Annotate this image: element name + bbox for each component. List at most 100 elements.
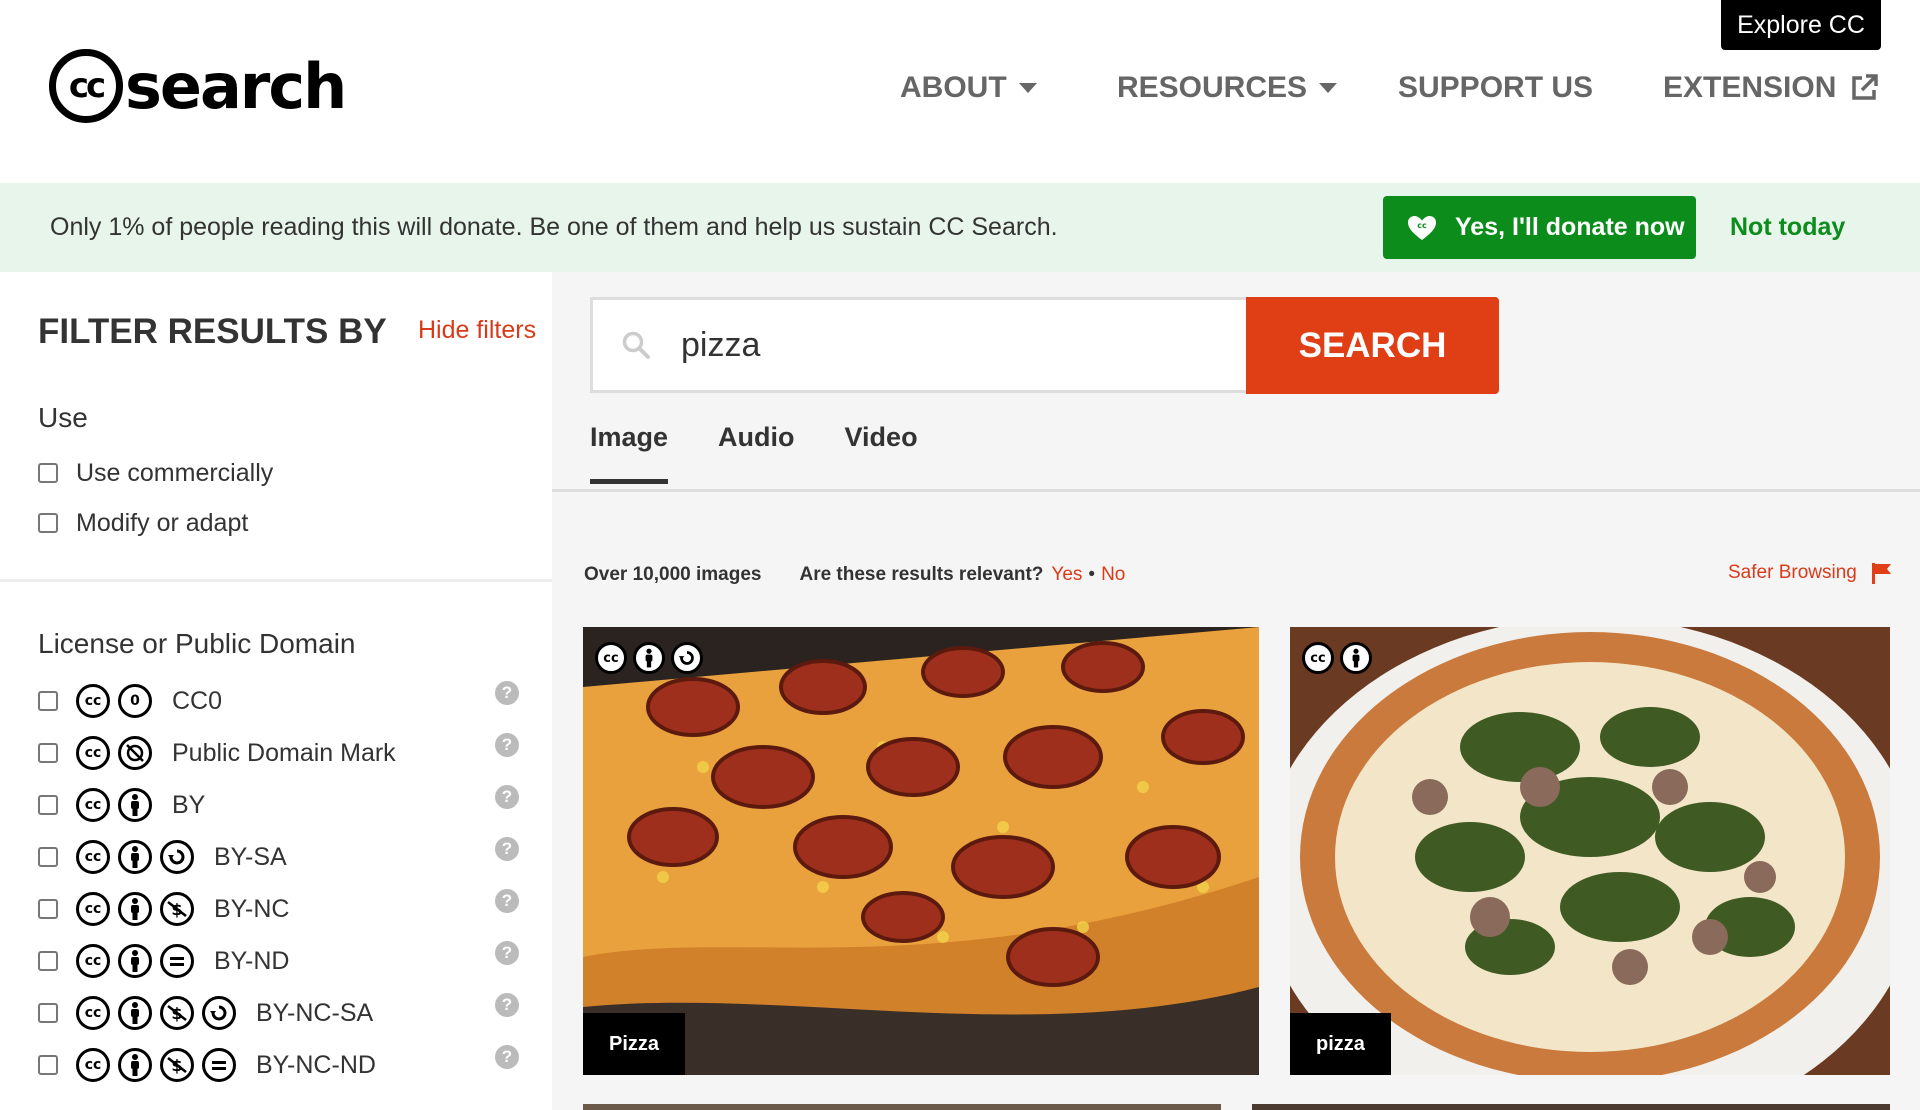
filter-license-by-sa[interactable]: cc BY-SA — [38, 837, 287, 877]
nav-extension[interactable]: EXTENSION — [1663, 71, 1880, 105]
logo-text: search — [125, 49, 347, 123]
safer-browsing-label: Safer Browsing — [1728, 562, 1857, 583]
checkbox[interactable] — [38, 795, 58, 815]
nav-support-us-label: SUPPORT US — [1398, 71, 1594, 104]
filter-label: BY-SA — [214, 842, 287, 871]
tab-audio[interactable]: Audio — [718, 422, 794, 484]
nav-support-us[interactable]: SUPPORT US — [1398, 71, 1593, 105]
filter-license-cc0[interactable]: cc 0 CC0 — [38, 681, 222, 721]
donate-now-button[interactable]: cc Yes, I'll donate now — [1383, 196, 1696, 259]
relevance-no-link[interactable]: No — [1101, 564, 1125, 586]
by-icon — [118, 1048, 152, 1082]
checkbox[interactable] — [38, 1003, 58, 1023]
relevance-yes-link[interactable]: Yes — [1051, 564, 1082, 586]
help-icon[interactable]: ? — [495, 1045, 519, 1069]
search-results-area: SEARCH Image Audio Video Over 10,000 ima… — [552, 272, 1920, 1110]
help-icon[interactable]: ? — [495, 941, 519, 965]
hide-filters-link[interactable]: Hide filters — [418, 316, 536, 345]
pizza-photo — [1290, 627, 1890, 1075]
nav-resources-label: RESOURCES — [1117, 71, 1308, 104]
sa-icon — [671, 642, 703, 674]
by-icon — [118, 892, 152, 926]
tab-video[interactable]: Video — [845, 422, 918, 484]
filter-label: Public Domain Mark — [172, 738, 396, 767]
cc-icon: cc — [76, 736, 110, 770]
checkbox[interactable] — [38, 743, 58, 763]
image-result-card[interactable]: cc pizza — [1290, 627, 1890, 1075]
nc-icon: $ — [160, 892, 194, 926]
nav-resources[interactable]: RESOURCES — [1117, 71, 1338, 105]
help-icon[interactable]: ? — [495, 681, 519, 705]
filter-license-by-nd[interactable]: cc BY-ND — [38, 941, 290, 981]
sa-icon — [160, 840, 194, 874]
result-count: Over 10,000 images — [584, 564, 762, 585]
help-icon[interactable]: ? — [495, 837, 519, 861]
checkbox[interactable] — [38, 847, 58, 867]
tab-image[interactable]: Image — [590, 422, 669, 484]
by-icon — [1340, 642, 1372, 674]
site-header: cc search Explore CC ABOUT RESOURCES SUP… — [0, 0, 1920, 183]
cc-icon: cc — [76, 996, 110, 1030]
image-caption: Pizza — [583, 1013, 686, 1075]
filter-modify-or-adapt[interactable]: Modify or adapt — [38, 503, 248, 543]
filter-license-by[interactable]: cc BY — [38, 785, 205, 825]
sidebar-divider — [0, 579, 552, 582]
cc-icon: cc — [1302, 642, 1334, 674]
help-icon[interactable]: ? — [495, 733, 519, 757]
cc-icon: cc — [76, 892, 110, 926]
pizza-photo — [583, 627, 1259, 1075]
results-meta: Over 10,000 images Are these results rel… — [584, 564, 1125, 586]
image-result-card[interactable]: cc Pizza — [583, 627, 1259, 1075]
separator-dot: • — [1088, 564, 1096, 585]
filter-label: BY-NC — [214, 894, 290, 923]
nav-extension-label: EXTENSION — [1663, 71, 1837, 104]
checkbox[interactable] — [38, 951, 58, 971]
nav-about[interactable]: ABOUT — [900, 71, 1037, 105]
media-tabs: Image Audio Video — [590, 422, 968, 484]
pd-icon — [118, 736, 152, 770]
checkbox[interactable] — [38, 463, 58, 483]
cc-icon: cc — [76, 788, 110, 822]
tabs-divider — [552, 489, 1920, 492]
zero-icon: 0 — [118, 684, 152, 718]
checkbox[interactable] — [38, 899, 58, 919]
cc-search-logo[interactable]: cc search — [49, 49, 347, 123]
nc-icon: $ — [160, 1048, 194, 1082]
filter-license-by-nc-nd[interactable]: cc $ BY-NC-ND — [38, 1045, 376, 1085]
filter-label: BY-NC-SA — [256, 998, 374, 1027]
cc-icon: cc — [76, 1048, 110, 1082]
search-field[interactable] — [590, 297, 1247, 393]
caret-down-icon — [1319, 83, 1338, 93]
checkbox[interactable] — [38, 513, 58, 533]
donate-now-label: Yes, I'll donate now — [1455, 213, 1685, 241]
explore-cc-button[interactable]: Explore CC — [1721, 0, 1881, 50]
next-row-image-edge — [583, 1104, 1221, 1110]
license-badges: cc — [595, 642, 709, 674]
help-icon[interactable]: ? — [495, 889, 519, 913]
cc-icon: cc — [76, 944, 110, 978]
next-row-image-edge — [1252, 1104, 1890, 1110]
license-badges: cc — [1302, 642, 1378, 674]
checkbox[interactable] — [38, 691, 58, 711]
filter-use-commercially[interactable]: Use commercially — [38, 453, 273, 493]
cc-heart-icon: cc — [1407, 215, 1437, 241]
flag-icon — [1871, 562, 1893, 584]
nd-icon — [160, 944, 194, 978]
search-button[interactable]: SEARCH — [1246, 297, 1499, 394]
filter-label: BY-ND — [214, 946, 290, 975]
filter-sidebar: FILTER RESULTS BY Hide filters Use Use c… — [0, 272, 552, 1110]
filter-license-by-nc[interactable]: cc $ BY-NC — [38, 889, 290, 929]
filter-label: BY — [172, 790, 206, 819]
nc-icon: $ — [160, 996, 194, 1030]
filter-label: BY-NC-ND — [256, 1050, 376, 1079]
checkbox[interactable] — [38, 1055, 58, 1075]
help-icon[interactable]: ? — [495, 785, 519, 809]
filter-license-by-nc-sa[interactable]: cc $ BY-NC-SA — [38, 993, 373, 1033]
help-icon[interactable]: ? — [495, 993, 519, 1017]
search-input[interactable] — [681, 325, 1201, 365]
by-icon — [118, 840, 152, 874]
cc-icon: cc — [76, 684, 110, 718]
filter-license-pdm[interactable]: cc Public Domain Mark — [38, 733, 396, 773]
safer-browsing-link[interactable]: Safer Browsing — [1728, 562, 1893, 584]
not-today-link[interactable]: Not today — [1730, 213, 1845, 242]
